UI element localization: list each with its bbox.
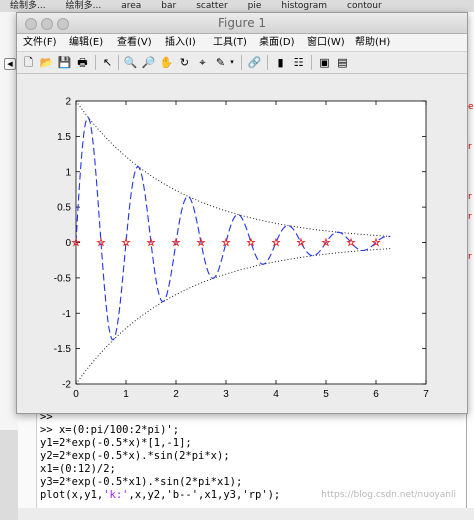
editor-tab[interactable]: area xyxy=(111,0,151,12)
hide-tools-icon[interactable]: ▣ xyxy=(317,55,332,70)
y-tick-label: 1.5 xyxy=(57,132,71,143)
data-cursor-icon[interactable]: ⌖ xyxy=(195,55,210,70)
rotate-icon[interactable]: ↻ xyxy=(177,55,192,70)
menu-desktop[interactable]: 桌面(D) xyxy=(259,34,295,51)
x-tick-label: 1 xyxy=(123,389,129,400)
editor-tab[interactable]: 绘制多... xyxy=(56,0,112,12)
y-tick-label: -1.5 xyxy=(54,344,72,355)
figure-window[interactable]: Figure 1 文件(F) 编辑(E) 查看(V) 插入(I) 工具(T) 桌… xyxy=(16,12,468,414)
figure-canvas: 0 1 2 3 4 5 6 7 2 1.5 1 0.5 0 -0.5 -1 -1.5 -2 xyxy=(18,74,466,412)
editor-tab[interactable]: 绘制多... xyxy=(0,0,56,12)
figure-toolbar: 🗋 📂 💾 🖶 ↖ 🔍 🔎 ✋ ↻ ⌖ ✎ ▾ 🔗 ▮ ☷ ▣ ▤ xyxy=(17,52,467,74)
command-line: plot(x,y1,'k:',x,y2,'b--',x1,y3,'rp'); xyxy=(40,489,281,501)
command-line: >> x=(0:pi/100:2*pi)'; xyxy=(40,424,180,436)
x-tick-label: 7 xyxy=(423,389,429,400)
link-icon[interactable]: 🔗 xyxy=(247,55,262,70)
plot-svg: 0 1 2 3 4 5 6 7 2 1.5 1 0.5 0 -0.5 -1 -1.5 -2 xyxy=(54,97,429,401)
collapse-button[interactable]: ◀ xyxy=(4,58,16,70)
zoom-out-icon[interactable]: 🔎 xyxy=(141,55,156,70)
window-title: Figure 1 xyxy=(217,16,267,30)
y-tick-label: 2 xyxy=(65,97,71,108)
x-tick-label: 5 xyxy=(323,389,329,400)
save-icon[interactable]: 💾 xyxy=(57,55,72,70)
menu-tools[interactable]: 工具(T) xyxy=(213,34,247,51)
menu-window[interactable]: 窗口(W) xyxy=(307,34,345,51)
print-icon[interactable]: 🖶 xyxy=(75,55,90,70)
menu-edit[interactable]: 编辑(E) xyxy=(69,34,103,51)
left-panel-footer xyxy=(0,430,18,520)
x-tick-label: 3 xyxy=(223,389,229,400)
editor-tab[interactable]: pie xyxy=(238,0,272,12)
open-file-icon[interactable]: 📂 xyxy=(39,55,54,70)
command-line: x1=(0:12)/2; xyxy=(40,463,116,475)
menu-bar: 文件(F) 编辑(E) 查看(V) 插入(I) 工具(T) 桌面(D) 窗口(W… xyxy=(17,34,467,52)
legend-icon[interactable]: ☷ xyxy=(291,55,306,70)
new-figure-icon[interactable]: 🗋 xyxy=(21,55,36,70)
y-tick-label: -0.5 xyxy=(54,273,72,284)
menu-file[interactable]: 文件(F) xyxy=(23,34,57,51)
command-line: y2=2*exp(-0.5*x).*sin(2*pi*x); xyxy=(40,450,230,462)
y-tick-label: -1 xyxy=(62,309,71,320)
pointer-icon[interactable]: ↖ xyxy=(100,55,115,70)
toolbar-separator xyxy=(311,55,312,70)
editor-tab[interactable]: bar xyxy=(151,0,186,12)
y-tick-label: 0.5 xyxy=(57,203,71,214)
editor-tab[interactable]: scatter xyxy=(186,0,237,12)
command-window[interactable]: >> >> x=(0:pi/100:2*pi)'; y1=2*exp(-0.5*… xyxy=(18,410,466,508)
toolbar-separator xyxy=(241,55,242,70)
editor-tab[interactable]: histogram xyxy=(271,0,337,12)
command-line: y3=2*exp(-0.5*x1).*sin(2*pi*x1); xyxy=(40,476,243,488)
y-tick-label: 0 xyxy=(65,238,71,249)
command-gutter xyxy=(18,410,37,508)
toolbar-separator xyxy=(267,55,268,70)
command-line: y1=2*exp(-0.5*x)*[1,-1]; xyxy=(40,437,192,449)
toolbar-separator xyxy=(118,55,119,70)
y-tick-label: -2 xyxy=(62,380,71,391)
x-tick-label: 6 xyxy=(373,389,379,400)
x-tick-label: 0 xyxy=(73,389,79,400)
toolbar-separator xyxy=(95,55,96,70)
title-bar[interactable]: Figure 1 xyxy=(17,13,467,34)
colorbar-icon[interactable]: ▮ xyxy=(273,55,288,70)
menu-insert[interactable]: 插入(I) xyxy=(165,34,196,51)
dock-icon[interactable]: ▤ xyxy=(335,55,350,70)
pan-icon[interactable]: ✋ xyxy=(159,55,174,70)
dropdown-icon[interactable]: ▾ xyxy=(227,55,237,70)
watermark-text: https://blog.csdn.net/nuoyanli xyxy=(321,490,456,500)
zoom-in-icon[interactable]: 🔍 xyxy=(123,55,138,70)
y-tick-label: 1 xyxy=(65,167,71,178)
menu-view[interactable]: 查看(V) xyxy=(117,34,152,51)
x-tick-label: 2 xyxy=(173,389,179,400)
brush-icon[interactable]: ✎ xyxy=(213,55,228,70)
editor-tab[interactable]: contour xyxy=(337,0,392,12)
menu-help[interactable]: 帮助(H) xyxy=(355,34,390,51)
x-tick-label: 4 xyxy=(273,389,279,400)
